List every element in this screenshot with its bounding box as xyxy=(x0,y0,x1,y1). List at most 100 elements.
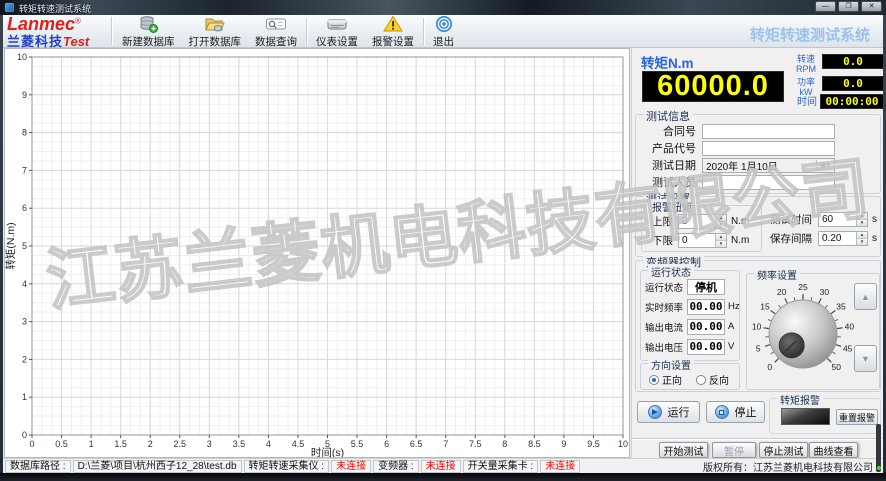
stop-button[interactable]: 停止 xyxy=(706,401,765,423)
reset-alarm-button[interactable]: 重置报警 xyxy=(836,409,878,425)
group-title: 测试信息 xyxy=(643,108,693,124)
svg-text:9: 9 xyxy=(561,439,566,449)
io-card-label: 开关量采集卡 : xyxy=(463,460,539,473)
close-button[interactable]: ✕ xyxy=(861,1,882,12)
run-button[interactable]: 运行 xyxy=(637,401,700,423)
frequency-down-button[interactable]: ▼ xyxy=(854,345,877,372)
test-person-input[interactable] xyxy=(702,175,835,190)
svg-text:15: 15 xyxy=(760,301,770,311)
chart-canvas: 00.511.522.533.544.555.566.577.588.599.5… xyxy=(5,49,629,457)
lower-limit-spinner[interactable]: 0 ▲▼ xyxy=(678,233,727,248)
power-display-value: 0.0 xyxy=(822,76,884,91)
taskbar-edge-widget xyxy=(876,424,881,472)
svg-text:40: 40 xyxy=(845,322,855,332)
torque-display-value: 60000.0 xyxy=(642,71,784,102)
radio-dot-icon xyxy=(696,375,706,385)
frequency-up-button[interactable]: ▲ xyxy=(854,283,877,310)
app-window: 转矩转速测试系统 — ❐ ✕ Lanmec® 兰菱科技Test 新建数据库 xyxy=(0,0,886,481)
product-code-input[interactable] xyxy=(702,141,835,156)
contract-no-input[interactable] xyxy=(702,124,835,139)
toolbar-button-label: 数据查询 xyxy=(255,34,297,49)
svg-text:45: 45 xyxy=(843,344,853,354)
output-current-label: 输出电流 xyxy=(645,320,687,334)
svg-text:30: 30 xyxy=(820,287,830,297)
logo-en-text: Test xyxy=(63,34,89,49)
new-database-button[interactable]: 新建数据库 xyxy=(115,16,182,47)
output-current-value: 00.00 xyxy=(689,320,722,333)
spin-down-icon[interactable]: ▼ xyxy=(857,238,867,245)
test-date-field[interactable]: 2020年 1月10日 ▦▾ xyxy=(702,158,835,173)
maximize-button[interactable]: ❐ xyxy=(838,1,859,12)
direction-reverse-label: 反向 xyxy=(709,372,729,387)
windows-taskbar[interactable] xyxy=(0,473,886,481)
svg-text:时间(s): 时间(s) xyxy=(311,446,344,457)
product-code-label: 产品代号 xyxy=(636,140,696,156)
direction-reverse-radio[interactable]: 反向 xyxy=(696,372,729,387)
search-icon xyxy=(265,15,287,33)
date-dropdown-button[interactable]: ▦▾ xyxy=(816,160,833,171)
speed-display-value: 0.0 xyxy=(822,54,884,69)
torque-collector-status: 未连接 xyxy=(331,460,371,473)
svg-text:10: 10 xyxy=(17,52,27,62)
svg-text:10: 10 xyxy=(752,322,762,332)
pause-button[interactable]: 暂停 xyxy=(712,442,756,458)
exit-button[interactable]: 退出 xyxy=(426,16,461,47)
direction-forward-radio[interactable]: 正向 xyxy=(649,372,682,387)
toolbar-button-label: 退出 xyxy=(433,34,454,49)
start-test-button[interactable]: 开始测试 xyxy=(659,442,708,458)
svg-text:转矩(N.m): 转矩(N.m) xyxy=(5,222,17,269)
svg-text:9.5: 9.5 xyxy=(587,439,600,449)
svg-text:5.5: 5.5 xyxy=(351,439,364,449)
run-button-label: 运行 xyxy=(668,404,690,420)
test-date-value: 2020年 1月10日 xyxy=(706,158,778,173)
output-voltage-label: 输出电压 xyxy=(645,340,687,354)
spin-down-icon[interactable]: ▼ xyxy=(716,240,726,247)
lower-limit-label: 下限 xyxy=(649,233,673,248)
test-settings-group: 测试设置 报警扭矩 上限 0 ▲▼ N.m 下限 0 ▲▼ xyxy=(635,196,881,257)
logo-brand-text: Lanmec xyxy=(7,14,75,34)
realtime-freq-label: 实时频率 xyxy=(645,300,687,314)
knob-canvas: 05101520253035404550 xyxy=(747,280,859,388)
instrument-settings-button[interactable]: 仪表设置 xyxy=(309,16,365,47)
toolbar-button-label: 报警设置 xyxy=(372,34,414,49)
upper-limit-unit: N.m xyxy=(731,216,749,227)
torque-time-chart: 00.511.522.533.544.555.566.577.588.599.5… xyxy=(4,48,630,458)
group-title: 转矩报警 xyxy=(777,392,823,407)
upper-limit-value: 0 xyxy=(679,215,715,228)
save-interval-spinner[interactable]: 0.20 ▲▼ xyxy=(818,231,868,246)
svg-text:2.5: 2.5 xyxy=(173,439,186,449)
test-duration-spinner[interactable]: 60 ▲▼ xyxy=(818,212,868,227)
svg-text:0.5: 0.5 xyxy=(55,439,68,449)
svg-text:8: 8 xyxy=(22,128,27,138)
group-title: 运行状态 xyxy=(648,264,694,279)
spin-down-icon[interactable]: ▼ xyxy=(857,219,867,226)
alarm-settings-button[interactable]: 报警设置 xyxy=(365,16,421,47)
output-voltage-unit: V xyxy=(728,341,734,352)
svg-text:3: 3 xyxy=(207,439,212,449)
curve-view-button[interactable]: 曲线查看 xyxy=(809,442,858,458)
frequency-knob[interactable]: 05101520253035404550 xyxy=(747,280,859,393)
svg-text:7: 7 xyxy=(443,439,448,449)
svg-text:1.5: 1.5 xyxy=(114,439,127,449)
spin-down-icon[interactable]: ▼ xyxy=(716,221,726,228)
data-query-button[interactable]: 数据查询 xyxy=(248,16,304,47)
stop-test-button[interactable]: 停止测试 xyxy=(759,442,808,458)
svg-text:5: 5 xyxy=(22,241,27,251)
toolbar: Lanmec® 兰菱科技Test 新建数据库 打开数据库 数据查询 xyxy=(3,15,883,48)
time-display-value: 00:00:00 xyxy=(820,94,884,109)
upper-limit-spinner[interactable]: 0 ▲▼ xyxy=(678,214,727,229)
control-panel: 转矩N.m 60000.0 转速 RPM 0.0 功率 kW 0.0 时间 00… xyxy=(631,48,883,458)
svg-text:0: 0 xyxy=(29,439,34,449)
svg-text:0: 0 xyxy=(22,430,27,440)
toolbar-separator xyxy=(423,18,424,46)
system-title: 转矩转速测试系统 xyxy=(750,24,870,45)
toolbar-separator xyxy=(111,17,112,45)
new-database-icon xyxy=(139,15,158,33)
status-bar: 数据库路径 : D:\兰菱\项目\杭州西子12_28\test.db 转矩转速采… xyxy=(3,458,883,473)
app-icon xyxy=(5,3,14,12)
open-database-button[interactable]: 打开数据库 xyxy=(182,16,249,47)
minimize-button[interactable]: — xyxy=(815,1,836,12)
svg-text:6.5: 6.5 xyxy=(410,439,423,449)
run-state-value: 停机 xyxy=(695,279,717,295)
inverter-control-group: 变频器控制 运行状态 运行状态 停机 实时频率 00.00 Hz 输出电流 00… xyxy=(635,260,881,392)
